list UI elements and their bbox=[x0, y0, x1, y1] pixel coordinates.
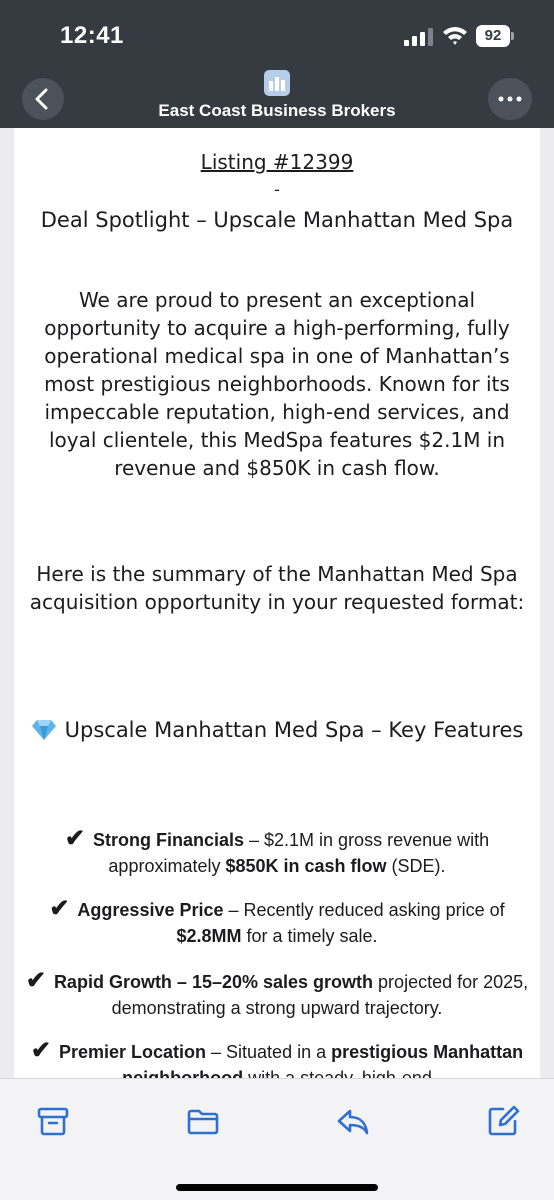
battery-level: 92 bbox=[476, 25, 510, 47]
battery-indicator: 92 bbox=[476, 25, 514, 47]
listing-number: Listing #12399 bbox=[200, 150, 354, 174]
checkmark-icon: ✔ bbox=[30, 1037, 51, 1064]
feature-item: ✔ Strong Financials – $2.1M in gross reve… bbox=[20, 826, 534, 879]
feature-text-end: (SDE). bbox=[386, 856, 446, 876]
features-title-text: Upscale Manhattan Med Spa – Key Features bbox=[64, 718, 524, 742]
feature-item: ✔ Rapid Growth – 15–20% sales growth proj… bbox=[20, 968, 534, 1021]
feature-item: ✔ Aggressive Price – Recently reduced ask… bbox=[20, 896, 534, 949]
email-header: 12:41 92 East Coast Business Brokers bbox=[0, 0, 554, 128]
home-indicator[interactable] bbox=[176, 1184, 378, 1191]
checkmark-icon: ✔ bbox=[49, 895, 70, 922]
intro-paragraph: We are proud to present an exceptional o… bbox=[44, 288, 510, 480]
feature-title: Rapid Growth – 15–20% sales growth bbox=[53, 972, 374, 992]
feature-item: ✔ Premier Location – Situated in a presti… bbox=[20, 1037, 534, 1079]
feature-highlight: $850K in cash flow bbox=[225, 856, 387, 876]
email-body[interactable]: Listing #12399 - Deal Spotlight – Upscal… bbox=[0, 128, 554, 1078]
features-title: Upscale Manhattan Med Spa – Key Features bbox=[20, 716, 534, 745]
cellular-signal-icon bbox=[404, 28, 433, 46]
status-time: 12:41 bbox=[60, 22, 124, 49]
folder-icon[interactable] bbox=[186, 1104, 220, 1138]
gem-icon bbox=[31, 720, 56, 740]
feature-highlight: $2.8MM bbox=[176, 926, 242, 946]
feature-text-end: for a timely sale. bbox=[241, 926, 378, 946]
more-options-button[interactable] bbox=[488, 78, 532, 120]
right-margin bbox=[540, 128, 554, 1078]
left-margin bbox=[0, 128, 14, 1078]
checkmark-icon: ✔ bbox=[64, 825, 85, 852]
battery-tip bbox=[511, 32, 514, 40]
building-logo-icon bbox=[264, 70, 290, 96]
reply-icon[interactable] bbox=[336, 1104, 370, 1138]
feature-text-end: with a steady, high-end bbox=[243, 1068, 432, 1078]
sender-name[interactable]: East Coast Business Brokers bbox=[0, 101, 554, 121]
feature-title: Premier Location bbox=[58, 1042, 207, 1062]
wifi-icon bbox=[443, 27, 467, 45]
ellipsis-icon bbox=[498, 96, 522, 102]
checkmark-icon: ✔ bbox=[25, 967, 46, 994]
feature-title: Aggressive Price bbox=[77, 900, 224, 920]
archive-icon[interactable] bbox=[36, 1104, 70, 1138]
feature-title: Strong Financials bbox=[92, 830, 244, 850]
compose-icon[interactable] bbox=[486, 1104, 520, 1138]
separator-dash: - bbox=[274, 180, 280, 199]
summary-paragraph: Here is the summary of the Manhattan Med… bbox=[29, 562, 525, 614]
bottom-toolbar bbox=[0, 1078, 554, 1200]
deal-headline: Deal Spotlight – Upscale Manhattan Med S… bbox=[40, 208, 514, 232]
feature-text: – Situated in a bbox=[206, 1042, 332, 1062]
feature-text: – Recently reduced asking price of bbox=[223, 900, 505, 920]
